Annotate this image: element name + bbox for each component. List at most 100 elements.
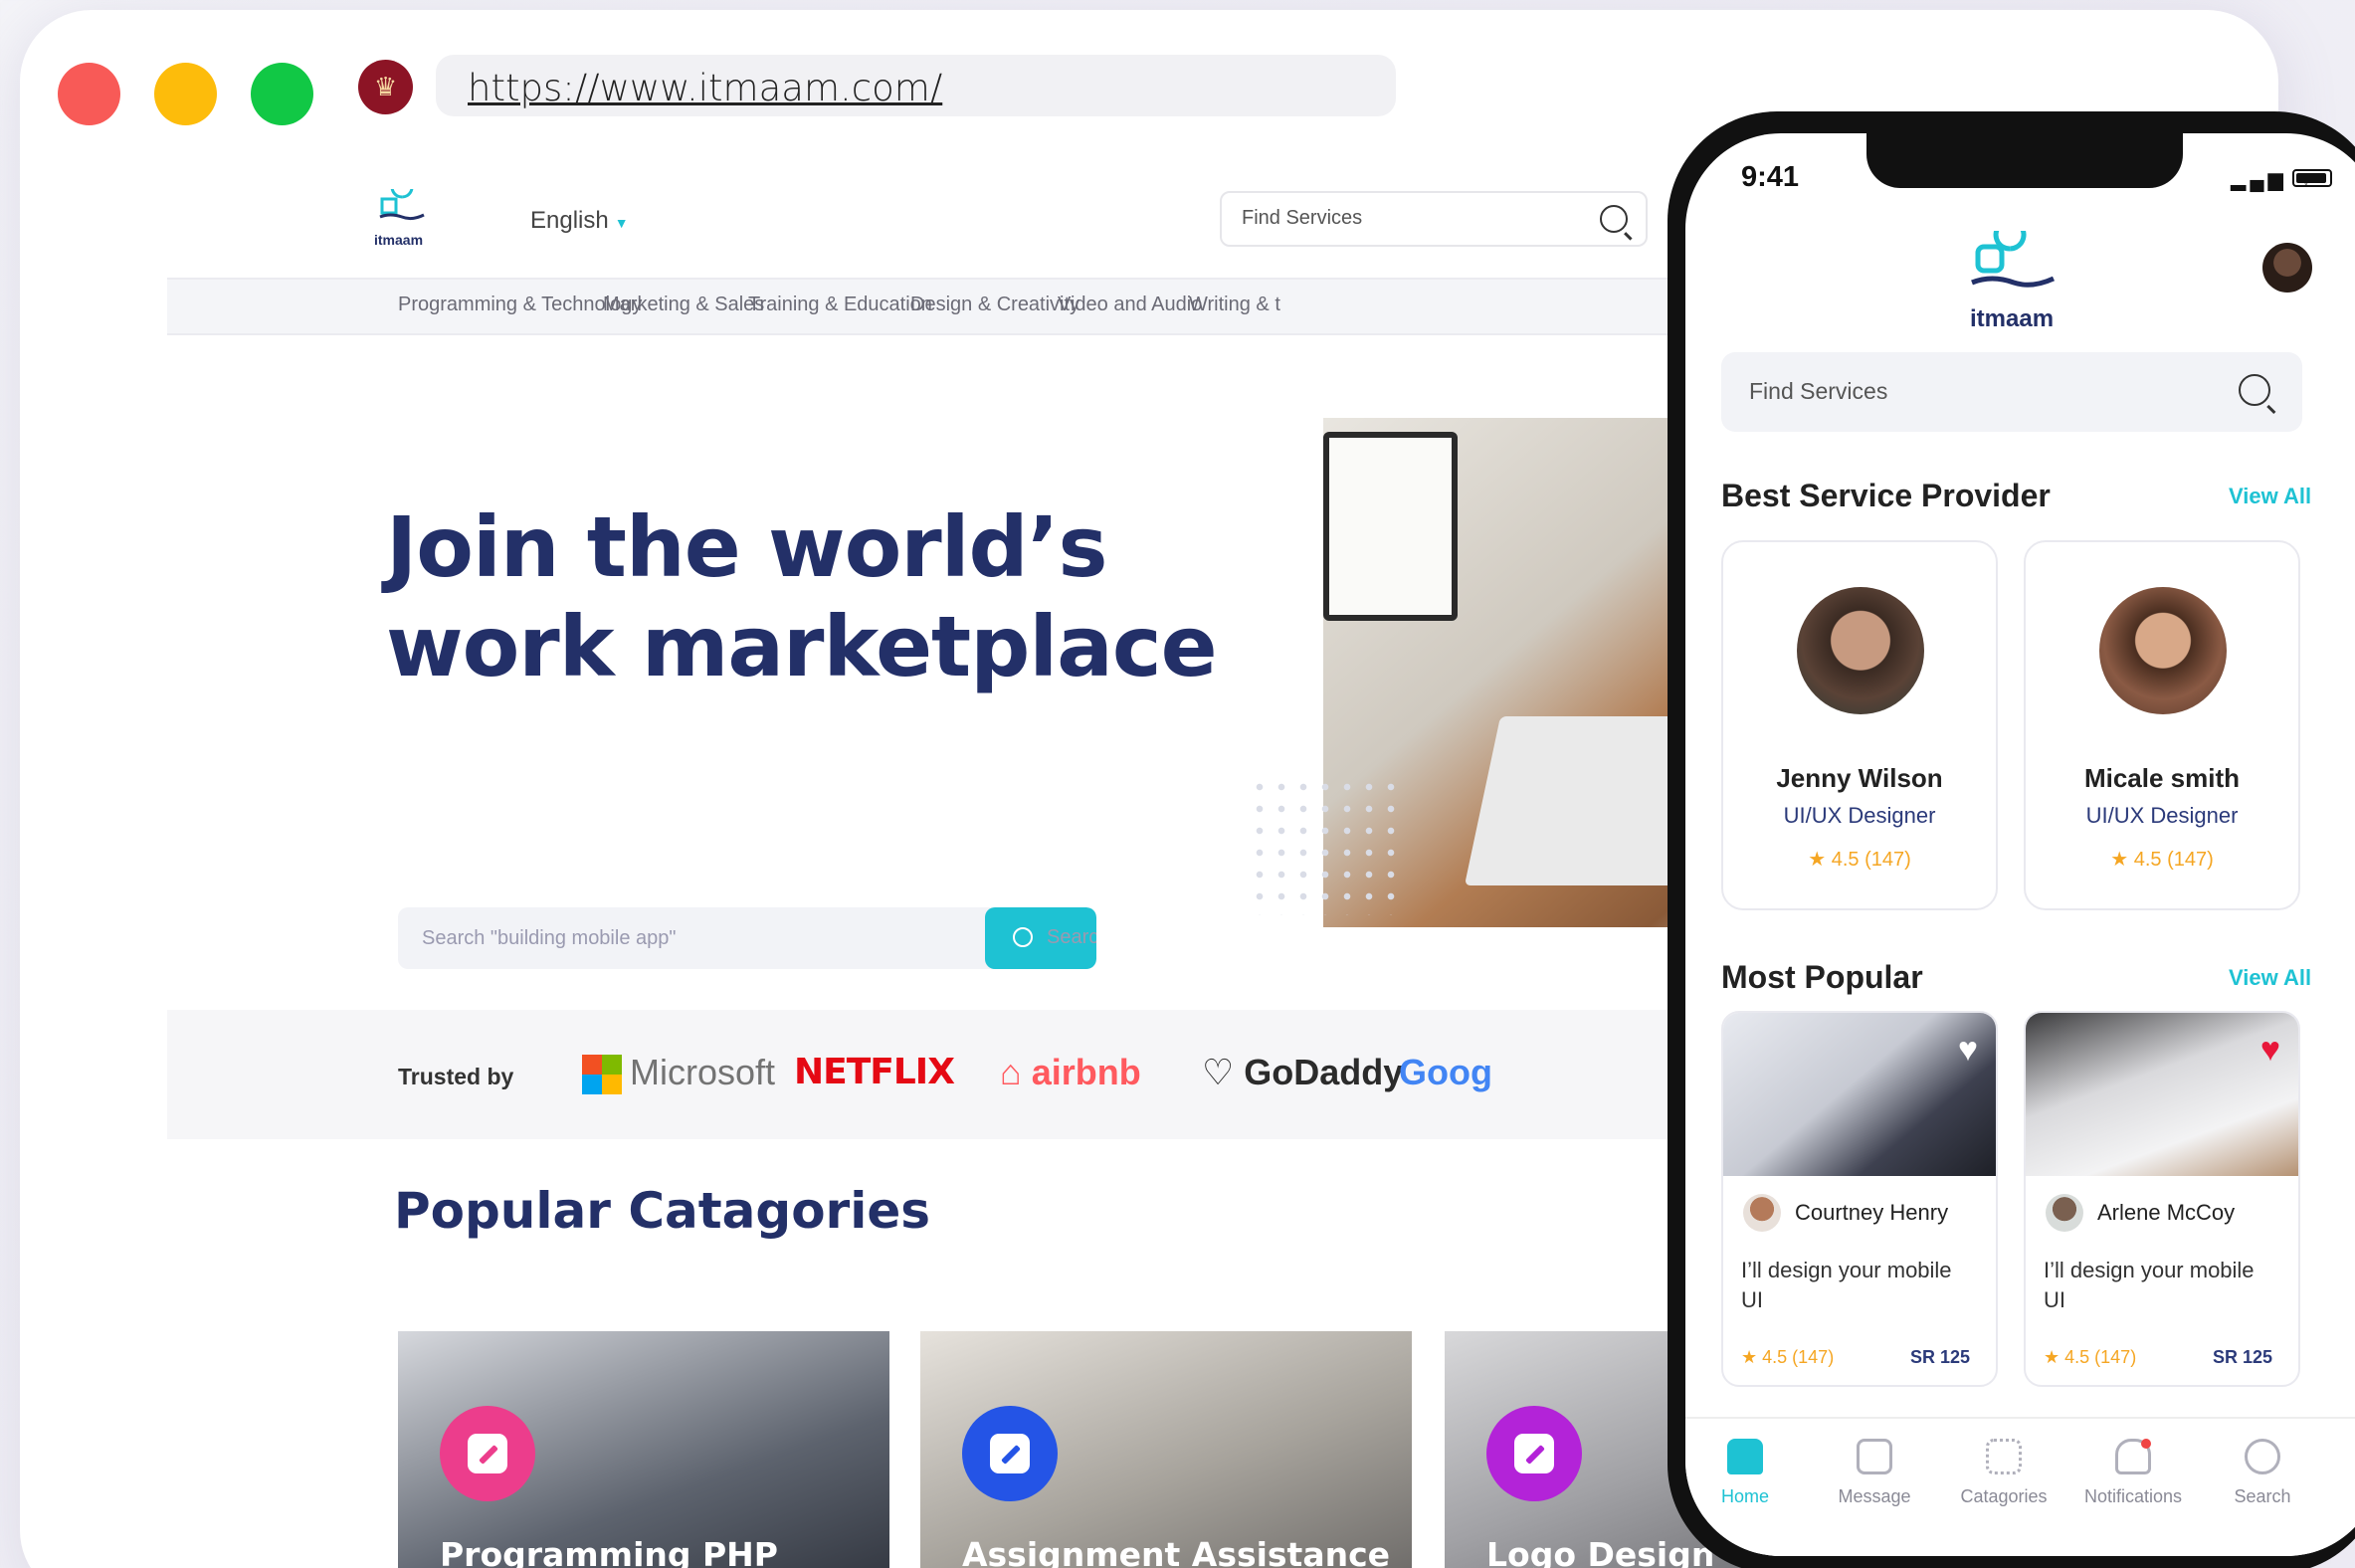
seller-avatar [2046, 1194, 2083, 1232]
tab-message-label: Message [1838, 1486, 1911, 1506]
trusted-by-bar: Trusted by Microsoft NETFLIX ⌂ airbnb ♡ … [167, 1010, 1779, 1139]
popular-categories-title: Popular Catagories [394, 1182, 931, 1240]
gig-card[interactable]: ♥ Arlene McCoy I’ll design your mobile U… [2024, 1011, 2300, 1387]
best-provider-title: Best Service Provider [1721, 478, 2051, 513]
microsoft-logo: Microsoft [582, 1052, 776, 1095]
itmaam-logo: itmaam [1970, 231, 2056, 332]
favorite-heart-icon[interactable]: ♥ [1958, 1031, 1978, 1070]
language-label: English [530, 207, 609, 234]
tab-notifications-label: Notifications [2083, 1486, 2183, 1506]
user-avatar[interactable] [2262, 243, 2312, 293]
trusted-by-label: Trusted by [398, 1064, 514, 1089]
url-text: https://www.itmaam.com/ [468, 67, 943, 109]
gig-title: I’ll design your mobile UI [1741, 1258, 1952, 1312]
tab-message[interactable]: Message [1815, 1439, 1934, 1507]
site-favicon-icon: ♛ [358, 60, 413, 114]
provider-name: Micale smith [2083, 763, 2241, 793]
best-provider-view-all-link[interactable]: View All [2229, 484, 2311, 509]
svg-text:itmaam: itmaam [374, 232, 423, 248]
airbnb-logo-text: airbnb [1031, 1052, 1141, 1092]
tab-home-label: Home [1720, 1486, 1769, 1506]
header-search-input[interactable]: Find Services [1220, 191, 1648, 247]
gig-image [1723, 1013, 1996, 1176]
category-card-title: Logo Design [1486, 1535, 1715, 1568]
close-window-button[interactable] [58, 63, 120, 125]
hero-search-input[interactable]: Search "building mobile app" Search [398, 907, 1096, 969]
minimize-window-button[interactable] [154, 63, 217, 125]
most-popular-view-all-link[interactable]: View All [2229, 965, 2311, 991]
tab-search[interactable]: Search [2203, 1439, 2322, 1507]
tab-categories-label: Catagories [1960, 1486, 2048, 1506]
seller-avatar [1743, 1194, 1781, 1232]
google-logo: Goog [1399, 1052, 1492, 1092]
gig-price: SR 125 [2212, 1347, 2272, 1367]
search-icon[interactable] [2239, 374, 2270, 406]
tab-search-label: Search [2234, 1486, 2291, 1506]
tab-categories[interactable]: Catagories [1944, 1439, 2063, 1507]
provider-card[interactable]: Micale smith UI/UX Designer ★ 4.5 (147) [2024, 540, 2300, 910]
message-icon [1857, 1439, 1892, 1474]
search-icon [1013, 927, 1033, 947]
provider-rating: ★ 4.5 (147) [1808, 849, 1911, 871]
microsoft-logo-text: Microsoft [630, 1052, 776, 1092]
search-icon [2245, 1439, 2280, 1474]
edit-icon [440, 1406, 535, 1501]
favorite-heart-icon[interactable]: ♥ [2260, 1031, 2280, 1070]
category-card-programming[interactable]: Programming PHP [398, 1331, 889, 1568]
category-card-assignment[interactable]: Assignment Assistance [920, 1331, 1412, 1568]
phone-screen: 9:41 ▂▄▆ ⌔ itmaam Find Services Best Ser… [1685, 133, 2355, 1556]
phone-mockup: 9:41 ▂▄▆ ⌔ itmaam Find Services Best Ser… [1668, 111, 2355, 1568]
address-bar[interactable]: https://www.itmaam.com/ [436, 55, 1396, 116]
provider-rating: ★ 4.5 (147) [2110, 849, 2214, 871]
search-icon[interactable] [1600, 205, 1628, 233]
nav-item-writing[interactable]: Writing & t [1189, 294, 1280, 316]
gig-price: SR 125 [1909, 1347, 1970, 1367]
provider-avatar [2099, 587, 2227, 714]
provider-name: Jenny Wilson [1776, 763, 1943, 793]
tab-notifications[interactable]: Notifications [2073, 1439, 2193, 1507]
category-nav: Programming & Technology Marketing & Sal… [167, 278, 1759, 335]
gig-card[interactable]: ♥ Courtney Henry I’ll design your mobile… [1721, 1011, 1998, 1387]
tab-home[interactable]: Home [1685, 1439, 1805, 1507]
nav-item-video[interactable]: Video and Audio [1058, 294, 1202, 316]
decorative-dot-grid [1249, 776, 1408, 915]
category-card-title: Assignment Assistance [962, 1535, 1391, 1568]
godaddy-logo: ♡ GoDaddy [1202, 1052, 1403, 1093]
logo-text: itmaam [1970, 305, 2054, 332]
airbnb-icon: ⌂ [1000, 1052, 1022, 1092]
phone-search-placeholder: Find Services [1749, 378, 1888, 404]
hero-search-placeholder: Search "building mobile app" [422, 927, 677, 949]
hero-title: Join the world’s work marketplace [386, 497, 1218, 696]
most-popular-title: Most Popular [1721, 959, 1923, 995]
gig-rating: ★ 4.5 (147) [1741, 1347, 1835, 1367]
hero-search-button-label: Search [1047, 926, 1096, 948]
itmaam-logo[interactable]: itmaam [372, 189, 432, 249]
nav-item-design[interactable]: Design & Creativity [910, 294, 1079, 316]
home-icon [1727, 1439, 1763, 1474]
hero-search-button[interactable]: Search [985, 907, 1096, 969]
provider-avatar [1797, 587, 1924, 714]
phone-search-input[interactable]: Find Services [1721, 352, 2302, 432]
category-card-title: Programming PHP [440, 1535, 778, 1568]
nav-item-training[interactable]: Training & Education [748, 294, 932, 316]
language-selector[interactable]: English ▼ [530, 207, 629, 235]
grid-icon [1986, 1439, 2022, 1474]
provider-card[interactable]: Jenny Wilson UI/UX Designer ★ 4.5 (147) [1721, 540, 1998, 910]
airbnb-logo: ⌂ airbnb [1000, 1052, 1141, 1093]
netflix-logo: NETFLIX [794, 1052, 955, 1092]
header-search-placeholder: Find Services [1242, 207, 1363, 229]
maximize-window-button[interactable] [251, 63, 313, 125]
phone-notch [1866, 133, 2183, 188]
nav-item-marketing[interactable]: Marketing & Sales [603, 294, 764, 316]
edit-icon [962, 1406, 1058, 1501]
gig-image [2026, 1013, 2298, 1176]
provider-role: UI/UX Designer [1783, 803, 1936, 828]
hero-title-line2: work marketplace [386, 598, 1218, 695]
seller-name: Courtney Henry [1795, 1200, 1949, 1225]
godaddy-icon: ♡ [1202, 1052, 1235, 1092]
gig-title: I’ll design your mobile UI [2044, 1258, 2255, 1312]
battery-icon [2292, 169, 2332, 187]
seller-name: Arlene McCoy [2097, 1200, 2236, 1225]
godaddy-logo-text: GoDaddy [1244, 1052, 1404, 1092]
hero-title-line1: Join the world’s [386, 498, 1108, 596]
